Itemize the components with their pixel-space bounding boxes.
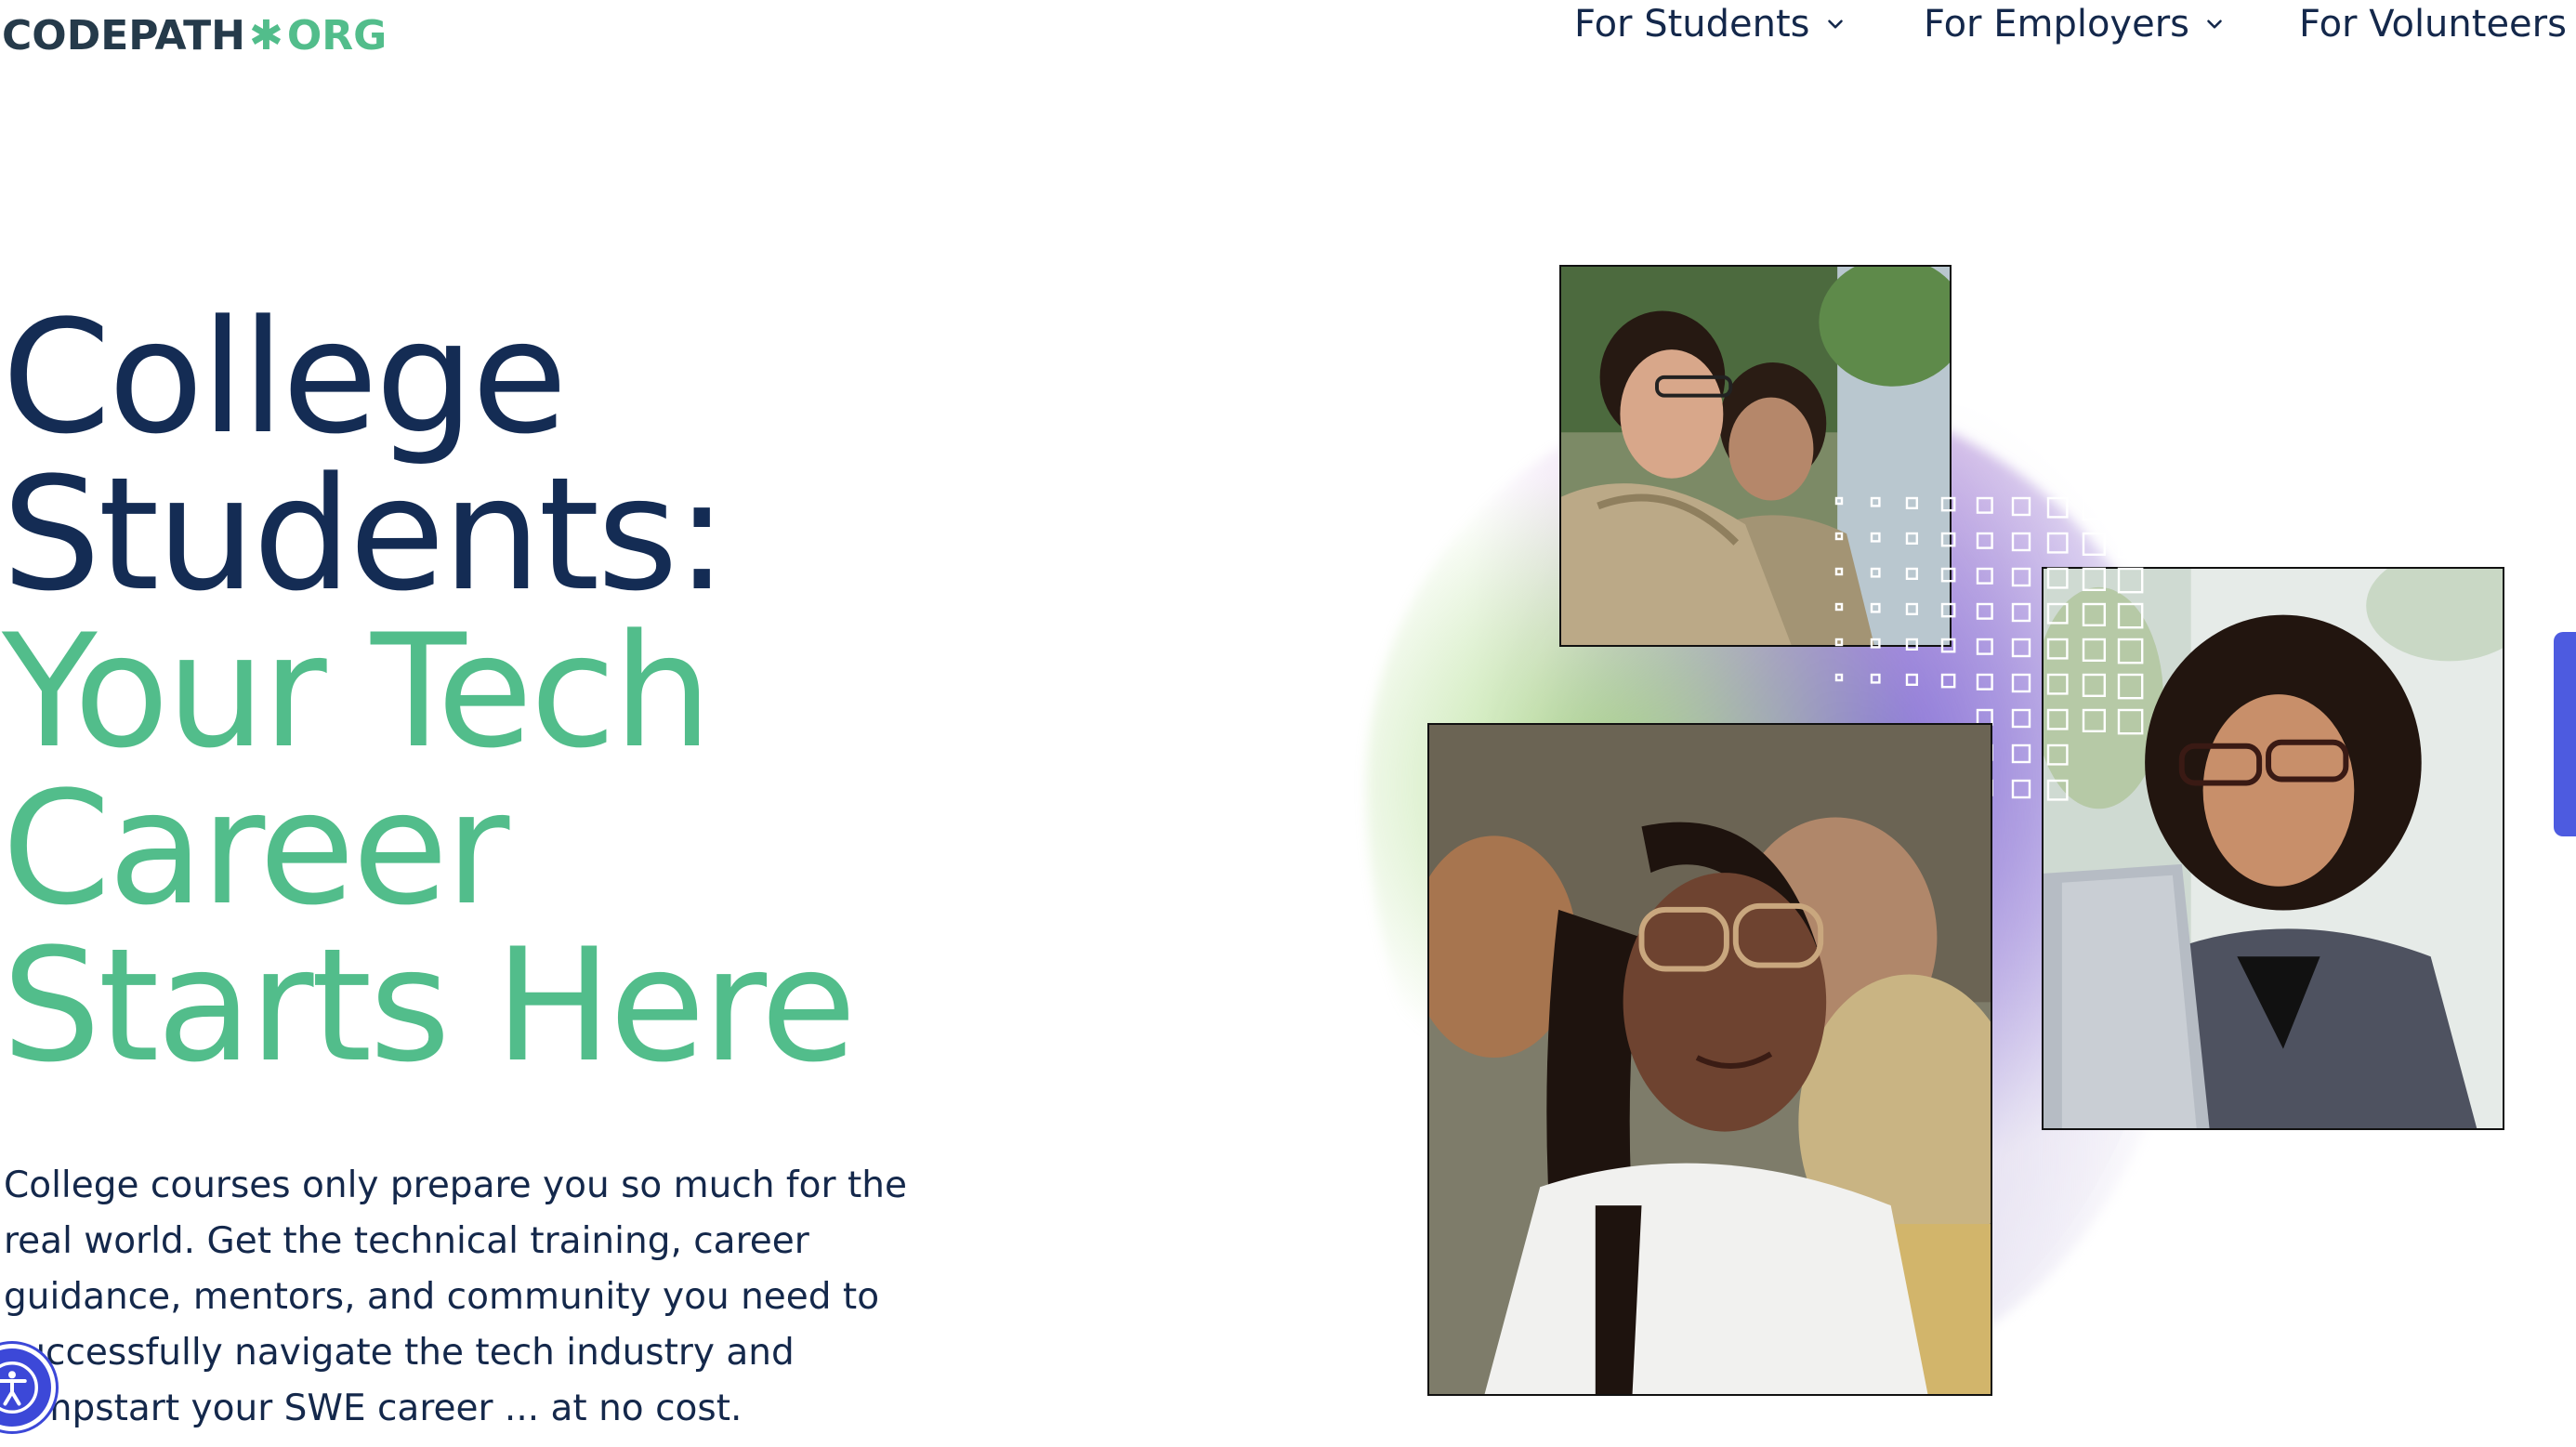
decorative-square (1940, 496, 1956, 512)
decorative-square (2082, 708, 2106, 732)
decorative-square (2117, 496, 2144, 523)
decorative-square (1905, 496, 1919, 510)
chevron-down-icon (2207, 20, 2222, 29)
headline-line: College (2, 286, 568, 468)
decorative-square (2082, 567, 2106, 591)
decorative-square (1870, 673, 1881, 684)
decorative-square (2082, 638, 2106, 662)
decorative-square (1870, 602, 1881, 613)
decorative-square (2046, 638, 2069, 660)
decorative-square (1905, 532, 1919, 546)
headline-line: Students: (2, 443, 728, 625)
hero-headline: College Students: Your Tech Career Start… (2, 286, 857, 1097)
decorative-square (2082, 602, 2106, 626)
decorative-square (2046, 743, 2069, 766)
nav-for-volunteers[interactable]: For Volunteers (2299, 0, 2567, 48)
decorative-square (1940, 673, 1956, 689)
nav-for-employers[interactable]: For Employers (1924, 0, 2227, 48)
decorative-square (2046, 496, 2069, 519)
decorative-square (1976, 567, 1993, 585)
codepath-logo[interactable]: CODEPATH ✱ ORG (2, 13, 387, 59)
decorative-square (2011, 673, 2031, 693)
decorative-square (1870, 532, 1881, 543)
decorative-square (2117, 532, 2144, 559)
decorative-square (2011, 567, 2031, 587)
decorative-square (2046, 708, 2069, 730)
feedback-side-tab[interactable] (2554, 632, 2576, 836)
decorative-square (1940, 602, 1956, 618)
decorative-square (2117, 673, 2144, 700)
decorative-square (2011, 638, 2031, 658)
decorative-square (2011, 743, 2031, 764)
decorative-square (1834, 638, 1844, 647)
headline-line-accent: Starts Here (2, 914, 857, 1097)
decorative-square (2117, 708, 2144, 735)
decorative-square (1976, 496, 1993, 514)
decorative-square (2046, 602, 2069, 625)
main-nav: For Students For Employers For Volunteer… (1574, 0, 2576, 48)
decorative-square (1905, 673, 1919, 687)
decorative-square (1905, 567, 1919, 581)
decorative-square (1905, 638, 1919, 651)
nav-for-students[interactable]: For Students (1574, 0, 1847, 48)
headline-line-accent: Career (2, 757, 509, 940)
logo-star-icon: ✱ (248, 12, 283, 59)
decorative-square (1940, 532, 1956, 547)
decorative-square (2046, 532, 2069, 554)
decorative-square (2011, 779, 2031, 799)
decorative-square (2082, 496, 2106, 520)
decorative-square (2046, 567, 2069, 589)
decorative-square (2117, 602, 2144, 629)
hero-description: College courses only prepare you so much… (4, 1164, 907, 1429)
decorative-square (1870, 567, 1881, 578)
chevron-down-icon (1827, 20, 1843, 29)
logo-org-text: ORG (286, 12, 388, 59)
decorative-square (2011, 496, 2031, 517)
decorative-square (2117, 638, 2144, 664)
accessibility-icon (0, 1361, 38, 1414)
decorative-square (1834, 567, 1844, 576)
decorative-square (1870, 638, 1881, 649)
headline-line-accent: Your Tech (2, 600, 712, 783)
decorative-square (1870, 496, 1881, 507)
logo-main-text: CODEPATH (2, 12, 245, 59)
decorative-square (2046, 673, 2069, 695)
decorative-square (2082, 673, 2106, 697)
decorative-square (2117, 567, 2144, 594)
decorative-square (1940, 567, 1956, 583)
decorative-square (1905, 602, 1919, 616)
nav-for-volunteers-label: For Volunteers (2299, 3, 2567, 46)
decorative-square (1976, 638, 1993, 655)
nav-for-students-label: For Students (1574, 3, 1810, 46)
decorative-square (1834, 496, 1844, 506)
decorative-square (1834, 673, 1844, 682)
decorative-square (1976, 673, 1993, 691)
nav-for-employers-label: For Employers (1924, 3, 2189, 46)
decorative-square (2011, 708, 2031, 729)
decorative-square (1834, 532, 1844, 541)
decorative-square (1940, 638, 1956, 653)
decorative-square (2082, 532, 2106, 556)
decorative-square (2011, 602, 2031, 623)
decorative-square (2046, 779, 2069, 801)
decorative-square (2011, 532, 2031, 552)
photo-smiling-student (1427, 723, 1992, 1396)
decorative-square (1976, 532, 1993, 549)
decorative-square (1976, 602, 1993, 620)
page: CODEPATH ✱ ORG For Students For Employers … (0, 0, 2576, 1447)
decorative-square (1834, 602, 1844, 612)
